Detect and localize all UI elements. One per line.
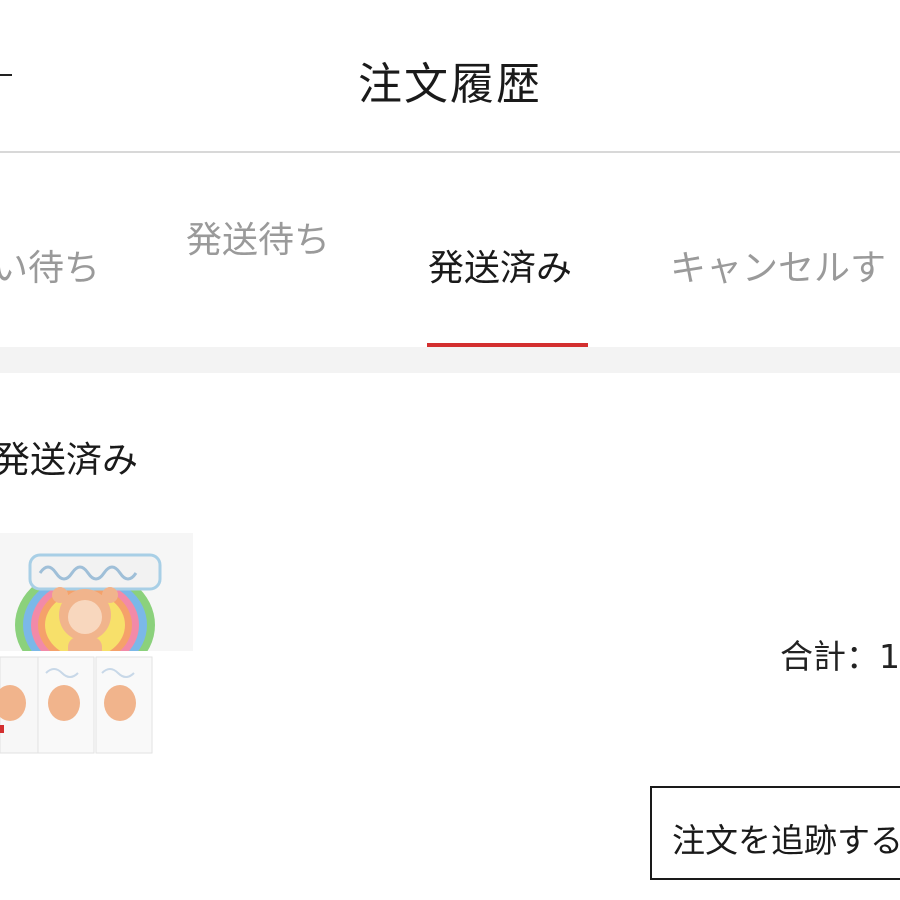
order-status: 発送済み — [0, 440, 139, 481]
section-separator — [0, 347, 900, 373]
order-total: 合計：1 — [780, 637, 900, 676]
tab-cancel[interactable]: キャンセルす — [670, 239, 886, 291]
tab-shipped[interactable]: 発送済み — [428, 239, 572, 291]
track-order-button[interactable]: 注文を追跡する — [650, 786, 900, 880]
track-order-label: 注文を追跡する — [672, 821, 900, 860]
tab-awaiting-shipment[interactable]: 発送待ち — [186, 211, 330, 263]
product-box-image[interactable] — [0, 533, 193, 763]
order-status-tabs: い待ち 発送待ち 発送済み キャンセルす — [0, 153, 900, 348]
order-card: 発送済み 合計：1 注文を追跡する — [0, 373, 900, 900]
header-bar: 注文履歴 — [0, 0, 900, 153]
tab-pending-payment[interactable]: い待ち — [0, 239, 100, 291]
page-title: 注文履歴 — [358, 59, 542, 110]
